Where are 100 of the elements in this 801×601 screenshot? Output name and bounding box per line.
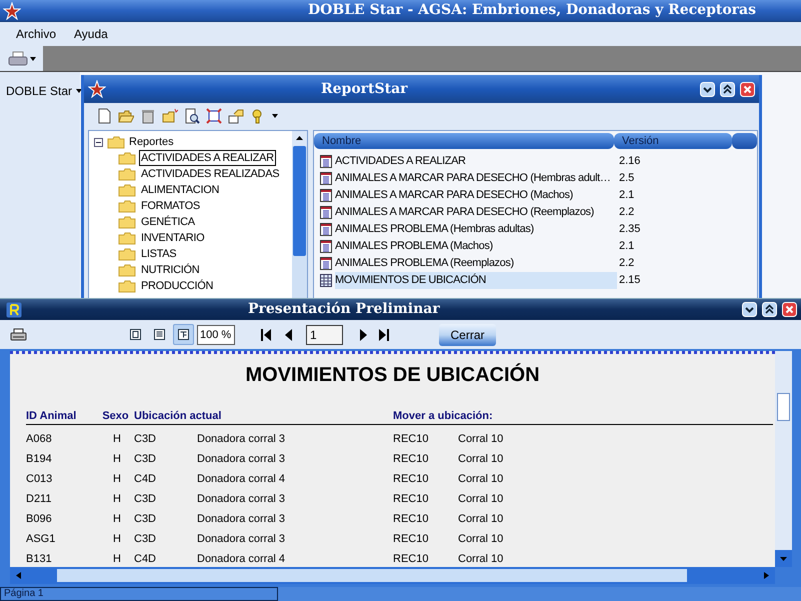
minimize-button[interactable] bbox=[742, 302, 757, 317]
view-mode-button[interactable] bbox=[173, 324, 194, 345]
new-folder-icon[interactable] bbox=[162, 108, 178, 124]
window-title: Presentación Preliminar bbox=[248, 300, 440, 319]
edit-layout-icon[interactable] bbox=[206, 108, 222, 124]
column-header: Sexo bbox=[101, 410, 130, 422]
table-cell-text: Donadora corral 3 bbox=[197, 452, 286, 467]
report-name[interactable]: ANIMALES PROBLEMA (Hembras adultas) bbox=[335, 221, 617, 238]
caret-icon[interactable] bbox=[272, 114, 278, 118]
print-button[interactable] bbox=[0, 46, 43, 71]
tree-item[interactable]: ALIMENTACION bbox=[139, 182, 222, 198]
table-cell-text: H bbox=[112, 432, 122, 447]
new-document-icon[interactable] bbox=[96, 108, 112, 124]
report-title: MOVIMIENTOS DE UBICACIÓN bbox=[244, 362, 541, 388]
grid-report-icon bbox=[320, 274, 332, 287]
tree-item[interactable]: FORMATOS bbox=[139, 198, 202, 214]
tree-item[interactable]: Reportes bbox=[129, 134, 174, 150]
trash-icon[interactable] bbox=[140, 108, 156, 124]
report-version: 2.1 bbox=[619, 239, 634, 254]
report-name[interactable]: ANIMALES A MARCAR PARA DESECHO (Reemplazos) bbox=[335, 204, 617, 221]
table-cell-text: C4D bbox=[134, 552, 158, 567]
collapse-icon[interactable] bbox=[94, 138, 103, 146]
table-cell-text: Corral 10 bbox=[458, 452, 504, 467]
maximize-button[interactable] bbox=[720, 82, 735, 96]
table-cell-text: Donadora corral 3 bbox=[197, 492, 286, 507]
table-cell-text: C3D bbox=[134, 452, 158, 467]
folder-icon bbox=[118, 182, 136, 198]
table-cell-text: REC10 bbox=[393, 452, 430, 467]
table-cell-text: H bbox=[112, 492, 122, 507]
page-layout-icon bbox=[130, 329, 141, 340]
table-cell-text: Donadora corral 3 bbox=[197, 532, 286, 547]
next-page-icon[interactable] bbox=[360, 328, 367, 340]
table-cell-text: Corral 10 bbox=[458, 472, 504, 487]
close-button[interactable] bbox=[740, 82, 755, 96]
table-cell-text: C3D bbox=[134, 492, 158, 507]
scroll-up-icon[interactable] bbox=[292, 131, 307, 146]
folder-icon bbox=[118, 166, 136, 182]
menu-item[interactable]: Ayuda bbox=[73, 25, 109, 43]
table-cell-text: C3D bbox=[134, 532, 158, 547]
star-icon bbox=[3, 2, 21, 20]
scrollbar-thumb[interactable] bbox=[293, 146, 306, 256]
report-version: 2.2 bbox=[619, 256, 634, 272]
folder-icon bbox=[118, 150, 136, 166]
window-title: ReportStar bbox=[321, 80, 408, 98]
close-button[interactable] bbox=[782, 302, 797, 317]
tree-item[interactable]: LISTAS bbox=[139, 246, 178, 262]
status-text: Página 1 bbox=[0, 587, 278, 601]
report-name[interactable]: ANIMALES PROBLEMA (Reemplazos) bbox=[335, 255, 617, 272]
tree-item[interactable]: GENÉTICA bbox=[139, 214, 197, 230]
printer-icon[interactable] bbox=[10, 328, 27, 342]
dropdown-button[interactable]: DOBLE Star bbox=[6, 82, 80, 100]
report-name[interactable]: ANIMALES A MARCAR PARA DESECHO (Machos) bbox=[335, 187, 617, 204]
folder-icon bbox=[118, 278, 136, 294]
export-icon[interactable] bbox=[228, 108, 244, 124]
scrollbar-thumb[interactable] bbox=[57, 569, 687, 582]
scrollbar-thumb[interactable] bbox=[777, 393, 790, 421]
letter-r-icon bbox=[6, 302, 22, 318]
table-cell-text: Corral 10 bbox=[458, 432, 504, 447]
report-version: 2.1 bbox=[619, 188, 634, 204]
tree-item[interactable]: PRODUCCIÓN bbox=[139, 278, 216, 294]
report-name[interactable]: ANIMALES A MARCAR PARA DESECHO (Hembras adult… bbox=[335, 170, 617, 187]
report-name[interactable]: ANIMALES PROBLEMA (Machos) bbox=[335, 238, 617, 255]
column-header: Ubicación actual bbox=[134, 410, 222, 422]
last-page-icon[interactable] bbox=[379, 328, 389, 340]
table-cell-text: Corral 10 bbox=[458, 532, 504, 547]
column-header[interactable]: Nombre bbox=[314, 133, 614, 149]
preview-icon[interactable] bbox=[184, 108, 200, 124]
report-name[interactable]: MOVIMIENTOS DE UBICACIÓN bbox=[335, 272, 617, 289]
tree-item[interactable]: ACTIVIDADES A REALIZAR bbox=[139, 150, 276, 166]
tree-item[interactable]: INVENTARIO bbox=[139, 230, 206, 246]
close-button[interactable]: Cerrar bbox=[439, 324, 496, 346]
previous-page-icon[interactable] bbox=[285, 328, 292, 340]
minimize-button[interactable] bbox=[700, 82, 715, 96]
folder-icon bbox=[118, 230, 136, 246]
maximize-button[interactable] bbox=[762, 302, 777, 317]
tree-item[interactable]: ACTIVIDADES REALIZADAS bbox=[139, 166, 282, 182]
first-page-icon[interactable] bbox=[261, 328, 271, 340]
tree-item[interactable]: NUTRICIÓN bbox=[139, 262, 202, 278]
scrollbar[interactable] bbox=[775, 351, 792, 567]
table-cell-text: H bbox=[112, 532, 122, 547]
table-cell-text: H bbox=[112, 452, 122, 467]
open-folder-icon[interactable] bbox=[118, 108, 134, 124]
table-cell-text: Donadora corral 3 bbox=[197, 512, 286, 527]
table-cell-text: ASG1 bbox=[26, 532, 56, 547]
report-version: 2.5 bbox=[619, 171, 634, 186]
scrollbar[interactable] bbox=[292, 131, 307, 299]
scroll-down-icon[interactable] bbox=[775, 550, 792, 567]
table-cell-text: REC10 bbox=[393, 532, 430, 547]
column-header[interactable]: Versión bbox=[614, 133, 732, 149]
menu-item[interactable]: Archivo bbox=[15, 25, 58, 43]
table-cell-text: Corral 10 bbox=[458, 492, 504, 507]
table-cell-text: REC10 bbox=[393, 552, 430, 567]
page-field[interactable]: 1 bbox=[306, 324, 343, 344]
report-name[interactable]: ACTIVIDADES A REALIZAR bbox=[335, 153, 617, 170]
table-cell-text: D211 bbox=[26, 492, 52, 507]
report-icon bbox=[320, 240, 332, 253]
caret-icon bbox=[76, 89, 82, 93]
folder-icon bbox=[118, 214, 136, 230]
zoom-field[interactable]: 100 % bbox=[197, 324, 235, 344]
table-cell-text: C3D bbox=[134, 432, 158, 447]
